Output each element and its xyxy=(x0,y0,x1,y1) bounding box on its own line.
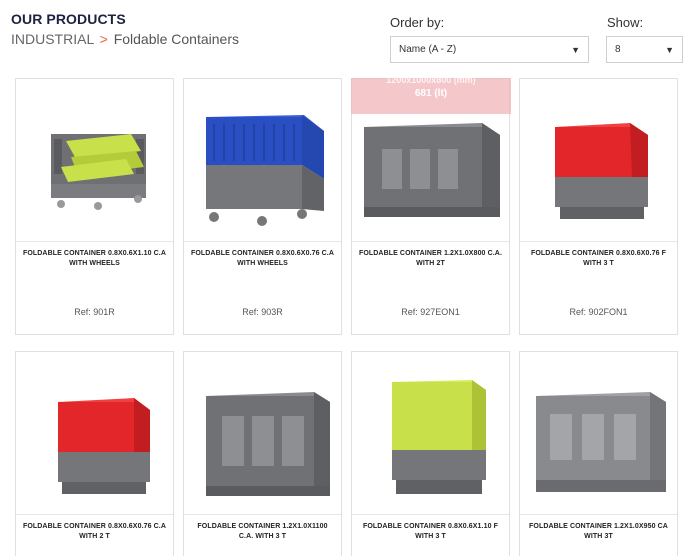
product-card[interactable]: FOLDABLE CONTAINER 0.8X0.6X0.76 C.A WITH… xyxy=(183,78,342,335)
product-card[interactable]: FOLDABLE CONTAINER 0.8X0.6X0.76 F WITH 3… xyxy=(519,78,678,335)
breadcrumb-separator: > xyxy=(99,31,108,47)
caret-down-icon: ▼ xyxy=(571,44,580,55)
product-name[interactable]: FOLDABLE CONTAINER 0.8X0.6X0.76 C.A WITH… xyxy=(190,249,335,269)
show-count-select[interactable]: 8 ▼ xyxy=(606,36,683,63)
product-image xyxy=(392,380,486,494)
page-header: OUR PRODUCTS INDUSTRIAL > Foldable Conta… xyxy=(11,11,239,47)
breadcrumb-parent[interactable]: INDUSTRIAL xyxy=(11,31,94,47)
show-count-value: 8 xyxy=(615,44,621,55)
order-by-value: Name (A - Z) xyxy=(399,44,457,55)
order-by-label: Order by: xyxy=(390,15,445,30)
product-ref: Ref: 927EON1 xyxy=(401,307,460,317)
card-divider xyxy=(520,241,677,242)
product-name[interactable]: FOLDABLE CONTAINER 1.2X1.0X800 C.A. WITH… xyxy=(358,249,503,269)
product-name[interactable]: FOLDABLE CONTAINER 0.8X0.6X0.76 C.A WITH… xyxy=(22,522,167,542)
breadcrumb: INDUSTRIAL > Foldable Containers xyxy=(11,31,239,47)
card-divider xyxy=(184,514,341,515)
promo-volume: 681 (lt) xyxy=(414,88,448,99)
product-image xyxy=(206,115,324,226)
product-card[interactable]: FOLDABLE CONTAINER 1.2X1.0X950 CA WITH 3… xyxy=(519,351,678,556)
product-image xyxy=(536,392,666,492)
product-name[interactable]: FOLDABLE CONTAINER 0.8X0.6X1.10 F WITH 3… xyxy=(358,522,503,542)
product-ref: Ref: 902FON1 xyxy=(569,307,628,317)
product-name[interactable]: FOLDABLE CONTAINER 0.8X0.6X0.76 F WITH 3… xyxy=(526,249,671,269)
product-name[interactable]: FOLDABLE CONTAINER 1.2X1.0X950 CA WITH 3… xyxy=(526,522,671,542)
page-title: OUR PRODUCTS xyxy=(11,11,126,27)
product-ref: Ref: 903R xyxy=(242,307,283,317)
product-image xyxy=(58,398,150,494)
product-image xyxy=(51,134,146,210)
card-divider xyxy=(352,514,509,515)
product-name[interactable]: FOLDABLE CONTAINER 0.8X0.6X1.10 C.A WITH… xyxy=(22,249,167,269)
promo-banner: 1200x1000x800 (mm) 681 (lt) xyxy=(351,75,511,114)
product-image xyxy=(206,392,330,496)
card-divider xyxy=(520,514,677,515)
show-label: Show: xyxy=(607,15,644,30)
breadcrumb-current: Foldable Containers xyxy=(113,31,239,47)
promo-dimensions: 1200x1000x800 (mm) xyxy=(386,75,476,85)
card-divider xyxy=(16,514,173,515)
product-name[interactable]: FOLDABLE CONTAINER 1.2X1.0X1100 C.A. WIT… xyxy=(190,522,335,542)
product-card[interactable]: FOLDABLE CONTAINER 1.2X1.0X800 C.A. WITH… xyxy=(351,78,510,335)
product-card[interactable]: FOLDABLE CONTAINER 0.8X0.6X1.10 F WITH 3… xyxy=(351,351,510,556)
caret-down-icon: ▼ xyxy=(665,44,674,55)
card-divider xyxy=(16,241,173,242)
card-divider xyxy=(352,241,509,242)
product-ref: Ref: 901R xyxy=(74,307,115,317)
product-card[interactable]: FOLDABLE CONTAINER 0.8X0.6X1.10 C.A WITH… xyxy=(15,78,174,335)
product-card[interactable]: FOLDABLE CONTAINER 1.2X1.0X1100 C.A. WIT… xyxy=(183,351,342,556)
order-by-select[interactable]: Name (A - Z) ▼ xyxy=(390,36,589,63)
product-image xyxy=(555,123,648,219)
card-divider xyxy=(184,241,341,242)
product-card[interactable]: FOLDABLE CONTAINER 0.8X0.6X0.76 C.A WITH… xyxy=(15,351,174,556)
